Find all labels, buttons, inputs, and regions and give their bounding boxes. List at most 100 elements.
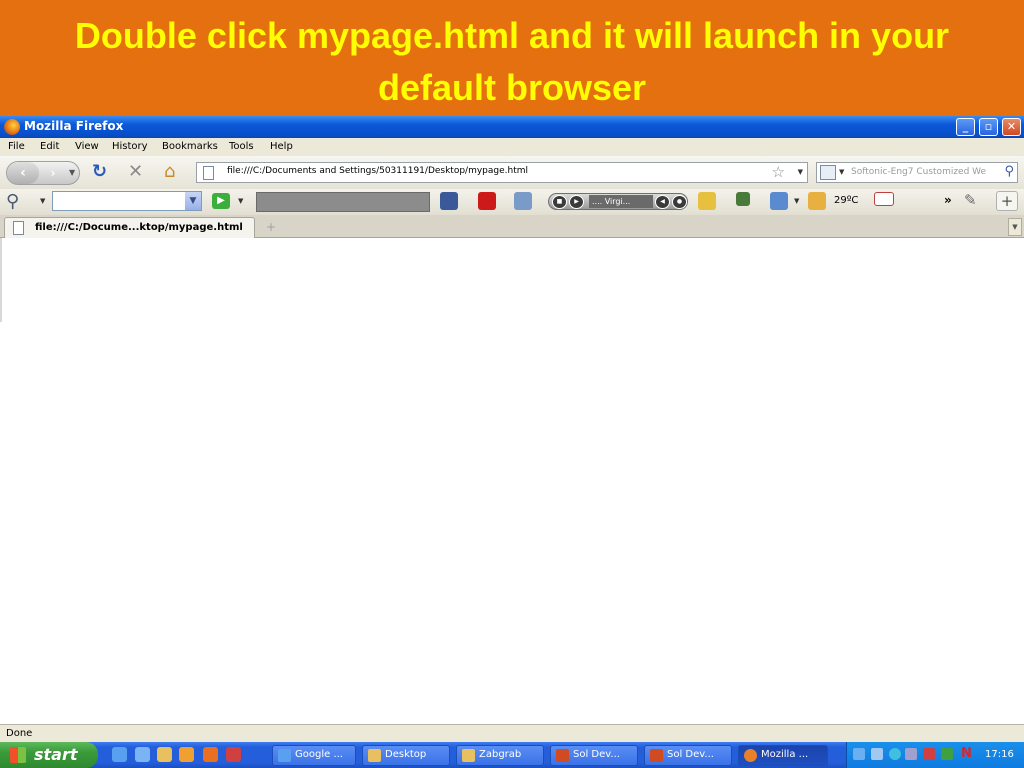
restore-button[interactable]: ▫	[979, 118, 998, 136]
toolbar-search-combo[interactable]: ▼	[52, 191, 202, 211]
slide-banner: Double click mypage.html and it will lau…	[0, 0, 1024, 116]
back-button[interactable]: ‹	[7, 162, 39, 184]
menu-view[interactable]: View	[75, 141, 99, 152]
security-icon[interactable]	[923, 748, 935, 760]
folder-icon	[462, 749, 475, 762]
quicklaunch-ie-icon[interactable]	[112, 747, 127, 762]
system-tray: N 17:16	[846, 742, 1024, 768]
search-go-icon[interactable]: ⚲	[1004, 164, 1014, 179]
go-arrow-icon: ▶	[217, 195, 225, 206]
slide-title: Double click mypage.html and it will lau…	[74, 15, 950, 108]
home-icon[interactable]: ⌂	[164, 162, 175, 182]
task-sol-dev-2[interactable]: Sol Dev...	[644, 745, 732, 766]
new-tab-button[interactable]: +	[258, 218, 284, 237]
minimize-icon: _	[962, 120, 969, 133]
player-stop-icon[interactable]: ■	[552, 195, 567, 209]
chat-icon[interactable]	[698, 192, 716, 210]
tab-list-button[interactable]: ▼	[1008, 218, 1022, 236]
task-label: Zabgrab	[479, 749, 522, 760]
task-desktop[interactable]: Desktop	[362, 745, 450, 766]
url-text[interactable]: file:///C:/Documents and Settings/503111…	[227, 166, 528, 176]
task-mozilla[interactable]: Mozilla ...	[738, 745, 828, 766]
task-label: Desktop	[385, 749, 427, 760]
tab-mypage[interactable]: file:///C:/Docume...ktop/mypage.html	[4, 217, 255, 238]
window-titlebar[interactable]: Mozilla Firefox _ ▫ ✕	[0, 116, 1024, 138]
addon-toolbar: ⚲ ▼ ▼ ▶ ▼ ■ ▶ .... Virgi... ◀ ● ▼ 29ºC »…	[0, 189, 1024, 215]
search-dropdown-icon[interactable]: ▼	[40, 197, 45, 205]
search-box[interactable]: ▼ Softonic-Eng7 Customized We ⚲	[816, 162, 1018, 183]
folder-icon	[368, 749, 381, 762]
tab-label[interactable]: file:///C:/Docume...ktop/mypage.html	[35, 222, 243, 233]
stop-icon[interactable]: ✕	[128, 162, 143, 182]
task-google[interactable]: Google ...	[272, 745, 356, 766]
navigation-toolbar: ‹ › ▼ ↻ ✕ ⌂ file:///C:/Documents and Set…	[0, 156, 1024, 189]
media-player[interactable]: ■ ▶ .... Virgi... ◀ ●	[548, 193, 688, 210]
rss-icon[interactable]	[874, 192, 894, 206]
content-edge	[0, 238, 2, 322]
tv-icon[interactable]	[736, 192, 750, 206]
player-volume-icon[interactable]: ◀	[655, 195, 670, 209]
antivirus-icon[interactable]	[889, 748, 901, 760]
history-dropdown-icon[interactable]: ▼	[69, 168, 75, 177]
magnifier-icon[interactable]: ⚲	[6, 191, 19, 212]
go-dropdown-icon[interactable]: ▼	[238, 197, 243, 205]
search-placeholder[interactable]: Softonic-Eng7 Customized We	[851, 167, 986, 177]
wrench-icon[interactable]: ✎	[964, 191, 977, 209]
quicklaunch-outlook-icon[interactable]	[203, 747, 218, 762]
page-content[interactable]	[0, 238, 1024, 722]
menu-edit[interactable]: Edit	[40, 141, 59, 152]
bookmark-star-icon[interactable]: ☆	[772, 163, 785, 181]
tab-list-dropdown-icon: ▼	[1012, 223, 1018, 231]
mail-dropdown-icon[interactable]: ▼	[794, 197, 799, 205]
ie-icon	[278, 749, 291, 762]
start-button[interactable]: start	[0, 742, 98, 768]
mail-icon[interactable]	[770, 192, 788, 210]
games-icon[interactable]	[514, 192, 532, 210]
tab-page-icon	[13, 221, 24, 235]
task-label: Sol Dev...	[667, 749, 714, 760]
task-label: Mozilla ...	[761, 749, 809, 760]
window-title: Mozilla Firefox	[24, 119, 124, 133]
search-engine-dropdown-icon[interactable]: ▼	[839, 168, 844, 176]
network-icon[interactable]	[853, 748, 865, 760]
bluetooth-icon[interactable]	[871, 748, 883, 760]
toolbar-overflow-chevron[interactable]: »	[944, 193, 952, 207]
menu-tools[interactable]: Tools	[229, 141, 254, 152]
menu-history[interactable]: History	[112, 141, 148, 152]
add-toolbar-button[interactable]: +	[996, 191, 1018, 211]
url-dropdown-icon[interactable]: ▼	[798, 168, 803, 176]
task-zabgrab[interactable]: Zabgrab	[456, 745, 544, 766]
firefox-window: Mozilla Firefox _ ▫ ✕ File Edit View His…	[0, 116, 1024, 742]
minimize-button[interactable]: _	[956, 118, 975, 136]
reload-icon[interactable]: ↻	[92, 162, 107, 182]
quicklaunch-folder-icon[interactable]	[157, 747, 172, 762]
menu-help[interactable]: Help	[270, 141, 293, 152]
quicklaunch-ie2-icon[interactable]	[135, 747, 150, 762]
forward-button[interactable]: ›	[43, 165, 63, 181]
update-icon[interactable]	[941, 748, 953, 760]
menu-bookmarks[interactable]: Bookmarks	[162, 141, 218, 152]
weather-icon[interactable]	[808, 192, 826, 210]
search-engine-icon[interactable]	[820, 165, 836, 180]
page-icon	[203, 166, 214, 180]
quicklaunch-app-icon[interactable]	[226, 747, 241, 762]
player-menu-icon[interactable]: ●	[672, 195, 687, 209]
player-play-icon[interactable]: ▶	[569, 195, 584, 209]
taskbar: start Google ... Desktop Zabgrab Sol Dev…	[0, 742, 1024, 768]
go-button[interactable]: ▶	[212, 193, 230, 209]
facebook-icon[interactable]	[440, 192, 458, 210]
task-sol-dev-1[interactable]: Sol Dev...	[550, 745, 638, 766]
toolbar-grey-field[interactable]	[256, 192, 430, 212]
close-window-button[interactable]: ✕	[1002, 118, 1021, 136]
back-forward-group: ‹ › ▼	[6, 161, 80, 185]
menu-file[interactable]: File	[8, 141, 25, 152]
url-bar[interactable]: file:///C:/Documents and Settings/503111…	[196, 162, 808, 183]
quicklaunch-media-icon[interactable]	[179, 747, 194, 762]
combo-dropdown-icon[interactable]: ▼	[185, 192, 201, 210]
display-icon[interactable]	[905, 748, 917, 760]
weather-temperature[interactable]: 29ºC	[834, 195, 858, 206]
youtube-icon[interactable]	[478, 192, 496, 210]
status-text: Done	[6, 728, 33, 739]
norton-icon[interactable]: N	[961, 747, 973, 760]
firefox-icon	[744, 749, 757, 762]
